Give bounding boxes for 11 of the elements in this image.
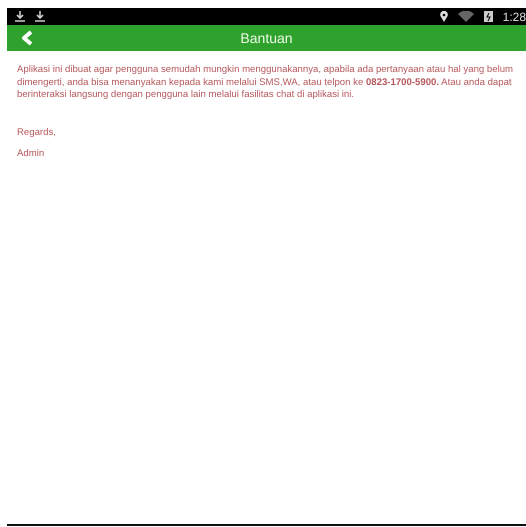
download-icon (35, 11, 45, 22)
clock-time: 1:28 (502, 10, 526, 24)
location-pin-icon (440, 11, 448, 22)
closing-text: Regards, (17, 126, 57, 138)
screen-title: Bantuan (240, 30, 293, 46)
download-icon (15, 11, 25, 22)
battery-icon (484, 11, 493, 22)
back-button[interactable] (19, 30, 35, 46)
wifi-icon (458, 11, 474, 22)
help-paragraph: Aplikasi ini dibuat agar pengguna semudah mungkin menggunakannya, apabila ada pertanyaan atau hal yang belum dimengerti, anda bisa menanyakan kepada kami melalui SMS,WA, atau telpon ke 0823-1700-5900. Atau anda dapat berinteraksi langsung dengan pengguna lain melalui fasilitas chat di aplikasi ini. (17, 64, 514, 102)
signature-text: Admin (17, 148, 46, 158)
